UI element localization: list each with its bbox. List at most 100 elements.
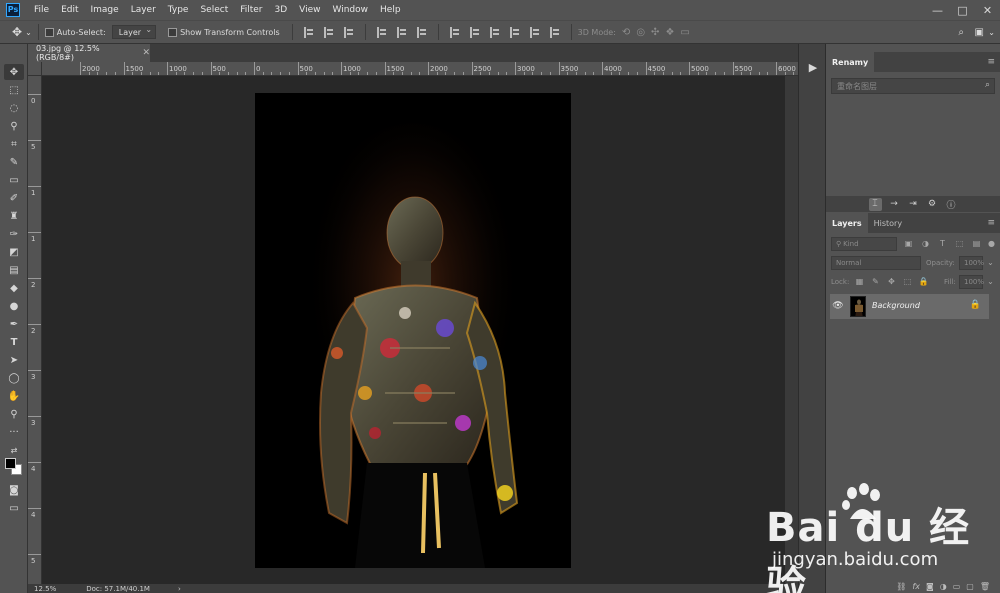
- lock-position-icon[interactable]: ✥: [886, 276, 897, 287]
- distribute-top-icon[interactable]: [449, 26, 460, 38]
- distribute-bottom-icon[interactable]: [489, 26, 500, 38]
- distribute-right-icon[interactable]: [549, 26, 560, 38]
- brush-tool-icon[interactable]: ✐: [4, 190, 24, 206]
- renamy-settings-icon[interactable]: ⚙: [926, 198, 939, 211]
- lasso-tool-icon[interactable]: ◌: [4, 100, 24, 116]
- renamy-forward-icon[interactable]: →: [888, 198, 901, 211]
- crop-tool-icon[interactable]: ⌗: [4, 136, 24, 152]
- renamy-info-icon[interactable]: ⓘ: [945, 198, 958, 211]
- pen-tool-icon[interactable]: ✒: [4, 316, 24, 332]
- swap-colors-icon[interactable]: ⇄: [4, 442, 24, 458]
- menu-3d[interactable]: 3D: [269, 5, 294, 15]
- photoshop-logo[interactable]: Ps: [6, 3, 20, 17]
- tab-history[interactable]: History: [868, 213, 908, 233]
- quick-mask-icon[interactable]: ◙: [4, 482, 24, 498]
- workspace-chevron-icon[interactable]: ⌄: [988, 28, 995, 37]
- more-tools-icon[interactable]: ···: [4, 424, 24, 440]
- menu-layer[interactable]: Layer: [125, 5, 162, 15]
- move-tool-icon[interactable]: ✥: [4, 64, 24, 80]
- vertical-ruler[interactable]: 0 5 1 1 2 2 3 3 4 4 5: [28, 76, 42, 584]
- auto-select-checkbox[interactable]: [44, 27, 54, 37]
- auto-select-target-dropdown[interactable]: Layer: [111, 25, 157, 39]
- filter-smart-object-icon[interactable]: ▤: [971, 238, 982, 249]
- zoom-tool-icon[interactable]: ⚲: [4, 406, 24, 422]
- align-left-icon[interactable]: [376, 26, 387, 38]
- marquee-tool-icon[interactable]: ⬚: [4, 82, 24, 98]
- quick-select-tool-icon[interactable]: ⚲: [4, 118, 24, 134]
- dodge-tool-icon[interactable]: ●: [4, 298, 24, 314]
- menu-help[interactable]: Help: [374, 5, 407, 15]
- search-icon[interactable]: ⌕: [985, 80, 990, 90]
- menu-file[interactable]: File: [28, 5, 55, 15]
- tab-layers[interactable]: Layers: [826, 213, 868, 233]
- panel-menu-icon[interactable]: ≡: [987, 218, 995, 228]
- filter-kind-dropdown[interactable]: ⚲ Kind: [831, 237, 897, 251]
- close-button[interactable]: ✕: [975, 0, 1000, 20]
- visibility-eye-icon[interactable]: 👁: [832, 300, 844, 312]
- filter-type-icon[interactable]: T: [937, 238, 948, 249]
- hand-tool-icon[interactable]: ✋: [4, 388, 24, 404]
- blur-tool-icon[interactable]: ◆: [4, 280, 24, 296]
- shape-tool-icon[interactable]: ◯: [4, 370, 24, 386]
- filter-pixel-icon[interactable]: ▣: [903, 238, 914, 249]
- tab-renamy[interactable]: Renamy: [826, 52, 875, 72]
- clone-stamp-tool-icon[interactable]: ♜: [4, 208, 24, 224]
- align-vertical-center-icon[interactable]: [323, 26, 334, 38]
- close-tab-icon[interactable]: ✕: [142, 48, 150, 58]
- distribute-vcenter-icon[interactable]: [469, 26, 480, 38]
- 3d-slide-icon[interactable]: ❖: [665, 27, 674, 38]
- align-right-icon[interactable]: [416, 26, 427, 38]
- menu-type[interactable]: Type: [162, 5, 195, 15]
- screen-mode-icon[interactable]: ▭: [4, 500, 24, 516]
- align-top-icon[interactable]: [303, 26, 314, 38]
- 3d-scale-icon[interactable]: ▭: [680, 27, 689, 38]
- blend-mode-dropdown[interactable]: Normal: [831, 256, 921, 270]
- workspace-icon[interactable]: ▣: [975, 27, 984, 38]
- renamy-rename-icon[interactable]: ⌶: [868, 197, 882, 211]
- menu-window[interactable]: Window: [327, 5, 375, 15]
- filter-toggle-icon[interactable]: ●: [986, 238, 997, 249]
- minimize-button[interactable]: —: [925, 0, 950, 20]
- layer-lock-icon[interactable]: 🔒: [970, 300, 981, 310]
- status-menu-arrow-icon[interactable]: ›: [178, 585, 181, 593]
- fill-chevron-icon[interactable]: ⌄: [985, 276, 996, 287]
- move-tool-icon[interactable]: ✥: [12, 25, 22, 39]
- menu-image[interactable]: Image: [85, 5, 125, 15]
- lock-all-icon[interactable]: 🔒: [918, 276, 929, 287]
- history-brush-tool-icon[interactable]: ✑: [4, 226, 24, 242]
- gradient-tool-icon[interactable]: ▤: [4, 262, 24, 278]
- zoom-level[interactable]: 12.5%: [34, 585, 56, 593]
- lock-image-icon[interactable]: ✎: [870, 276, 881, 287]
- align-bottom-icon[interactable]: [343, 26, 354, 38]
- 3d-pan-icon[interactable]: ✣: [651, 27, 659, 38]
- align-horizontal-center-icon[interactable]: [396, 26, 407, 38]
- tool-preset-chevron-icon[interactable]: ⌄: [25, 28, 32, 37]
- lock-transparent-icon[interactable]: ▦: [854, 276, 865, 287]
- opacity-chevron-icon[interactable]: ⌄: [985, 257, 996, 268]
- ruler-origin[interactable]: [28, 62, 42, 76]
- distribute-hcenter-icon[interactable]: [529, 26, 540, 38]
- layer-name[interactable]: Background: [872, 301, 920, 310]
- actions-play-icon[interactable]: ▶: [803, 58, 823, 76]
- menu-view[interactable]: View: [293, 5, 326, 15]
- panel-menu-icon[interactable]: ≡: [987, 57, 995, 67]
- eyedropper-tool-icon[interactable]: ✎: [4, 154, 24, 170]
- menu-edit[interactable]: Edit: [55, 5, 84, 15]
- layer-row-background[interactable]: 👁 Background 🔒: [830, 294, 989, 319]
- document-image[interactable]: [255, 93, 571, 568]
- menu-select[interactable]: Select: [194, 5, 234, 15]
- show-transform-checkbox[interactable]: [168, 27, 178, 37]
- opacity-field[interactable]: 100%: [959, 256, 984, 270]
- document-tab[interactable]: 03.jpg @ 12.5% (RGB/8#) ✕: [28, 44, 150, 62]
- renamy-search-input[interactable]: 重命名图层 ⌕: [831, 78, 995, 94]
- search-icon[interactable]: ⌕: [958, 27, 964, 38]
- 3d-roll-icon[interactable]: ◎: [636, 27, 645, 38]
- horizontal-ruler[interactable]: 2000 1500 1000 500 0 500 1000 1500 2000 2500 3000 3…: [42, 62, 798, 76]
- renamy-export-icon[interactable]: ⇥: [907, 198, 920, 211]
- eraser-tool-icon[interactable]: ◩: [4, 244, 24, 260]
- maximize-button[interactable]: □: [950, 0, 975, 20]
- fill-field[interactable]: 100%: [959, 275, 984, 289]
- foreground-color-swatch[interactable]: [5, 458, 16, 469]
- path-selection-tool-icon[interactable]: ➤: [4, 352, 24, 368]
- distribute-left-icon[interactable]: [509, 26, 520, 38]
